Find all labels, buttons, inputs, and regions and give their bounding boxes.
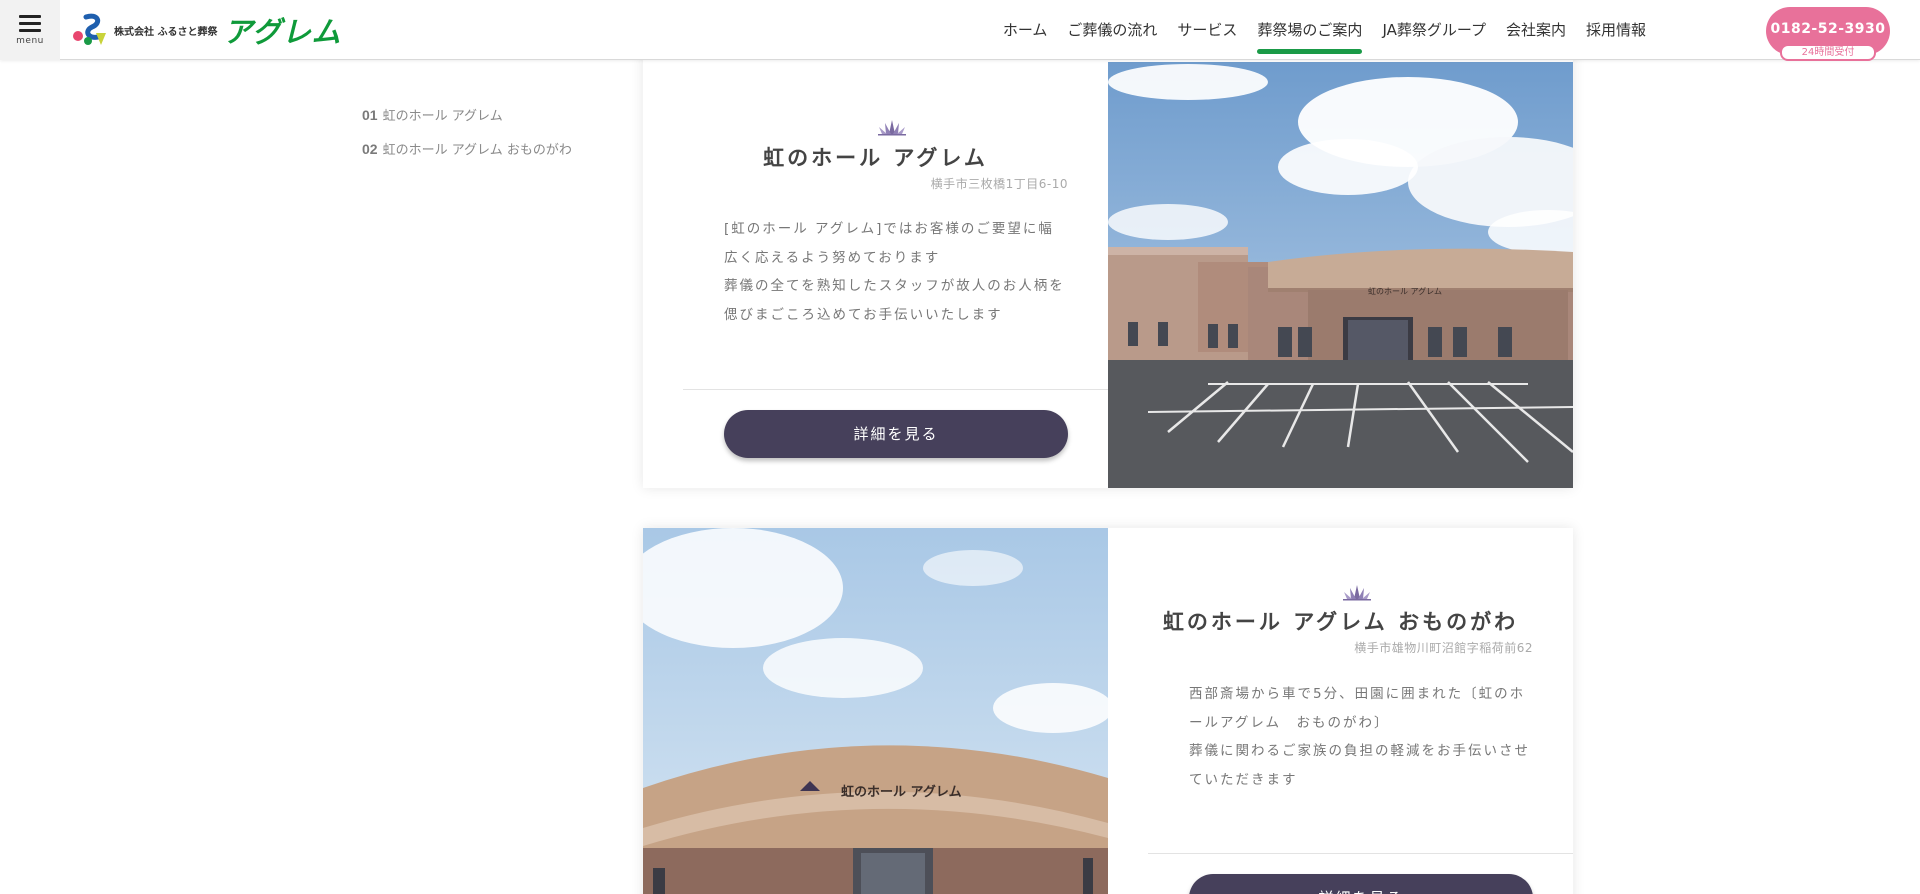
nav-item-halls[interactable]: 葬祭場のご案内 [1247, 0, 1372, 60]
description-line: 葬儀に関わるご家族の負担の軽減をお手伝いさせ [1189, 743, 1530, 759]
nav-item-company[interactable]: 会社案内 [1496, 0, 1576, 60]
description-line: 葬儀の全てを熟知したスタッフが故人のお人柄を [724, 278, 1065, 294]
hall-description: 西部斎場から車で5分、田園に囲まれた〔虹のホ ールアグレム おものがわ〕 葬儀に… [1189, 680, 1539, 794]
card-divider [1148, 853, 1573, 854]
nav-item-service[interactable]: サービス [1167, 0, 1247, 60]
hall-description: [虹のホール アグレム]ではお客様のご要望に幅 広く応えるよう努めております 葬… [724, 215, 1074, 329]
hall-photo: 虹のホール アグレム [1108, 62, 1573, 488]
phone-number: 0182-52-3930 [1770, 21, 1886, 37]
phone-button[interactable]: 0182-52-3930 24時間受付 [1766, 7, 1890, 61]
anchor-label: 虹のホール アグレム おものがわ [382, 143, 572, 158]
nav-item-home[interactable]: ホーム [993, 0, 1058, 60]
hall-card-omonogawa: 虹のホール アグレム 虹のホール アグレム おものがわ 横手市雄物川町沼館字稲荷… [643, 528, 1573, 894]
building-sign: 虹のホール アグレム [1368, 286, 1442, 296]
hamburger-icon [19, 14, 41, 33]
detail-button[interactable]: 詳細を見る [724, 410, 1068, 458]
hall-card-agurem: 虹のホール アグレム 横手市三枚橋1丁目6-10 [虹のホール アグレム]ではお… [643, 0, 1573, 488]
hall-address: 横手市三枚橋1丁目6-10 [930, 177, 1068, 191]
hall-photo: 虹のホール アグレム [643, 528, 1108, 894]
logo-mark-icon [73, 13, 106, 45]
logo-company-name: 株式会社 ふるさと葬祭 [114, 26, 218, 38]
description-line: ていただきます [1189, 771, 1298, 788]
lotus-icon [878, 120, 906, 136]
menu-label: menu [16, 35, 44, 46]
hall-building-image: 虹のホール アグレム [643, 528, 1108, 894]
menu-button[interactable]: menu [0, 0, 60, 60]
hall-address: 横手市雄物川町沼館字稲荷前62 [1354, 641, 1533, 655]
nav-item-funeral-flow[interactable]: ご葬儀の流れ [1057, 0, 1167, 60]
building-sign: 虹のホール アグレム [841, 784, 962, 800]
anchor-label: 虹のホール アグレム [382, 109, 503, 124]
description-line: 広く応えるよう努めております [724, 249, 941, 266]
site-header: menu 株式会社 ふるさと葬祭 アグレム ホーム ご葬儀の流れ サービス 葬祭… [0, 0, 1920, 61]
logo-brand-name: アグレム [223, 15, 342, 49]
main-nav: ホーム ご葬儀の流れ サービス 葬祭場のご案内 JA葬祭グループ 会社案内 採用… [993, 0, 1656, 60]
site-logo[interactable]: 株式会社 ふるさと葬祭 アグレム [72, 13, 341, 49]
anchor-item-hall-1[interactable]: 01 虹のホール アグレム [362, 105, 572, 124]
lotus-icon [1343, 585, 1371, 601]
hall-building-image: 虹のホール アグレム [1108, 62, 1573, 488]
description-line: ールアグレム おものがわ〕 [1189, 714, 1390, 731]
detail-button[interactable]: 詳細を見る [1189, 874, 1533, 894]
nav-item-ja-group[interactable]: JA葬祭グループ [1372, 0, 1496, 60]
description-line: 西部斎場から車で5分、田園に囲まれた〔虹のホ [1189, 686, 1526, 702]
anchor-item-hall-2[interactable]: 02 虹のホール アグレム おものがわ [362, 139, 572, 158]
description-line: [虹のホール アグレム]ではお客様のご要望に幅 [724, 221, 1054, 237]
anchor-number: 02 [362, 141, 378, 157]
hall-title: 虹のホール アグレム おものがわ [1162, 609, 1519, 634]
nav-item-recruit[interactable]: 採用情報 [1576, 0, 1656, 60]
card-divider [683, 389, 1108, 390]
hall-title: 虹のホール アグレム [763, 145, 988, 170]
hall-anchor-list: 01 虹のホール アグレム 02 虹のホール アグレム おものがわ [362, 105, 572, 173]
description-line: 偲びまごころ込めてお手伝いいたします [724, 306, 1003, 323]
anchor-number: 01 [362, 107, 378, 123]
phone-24h-badge: 24時間受付 [1780, 44, 1876, 61]
